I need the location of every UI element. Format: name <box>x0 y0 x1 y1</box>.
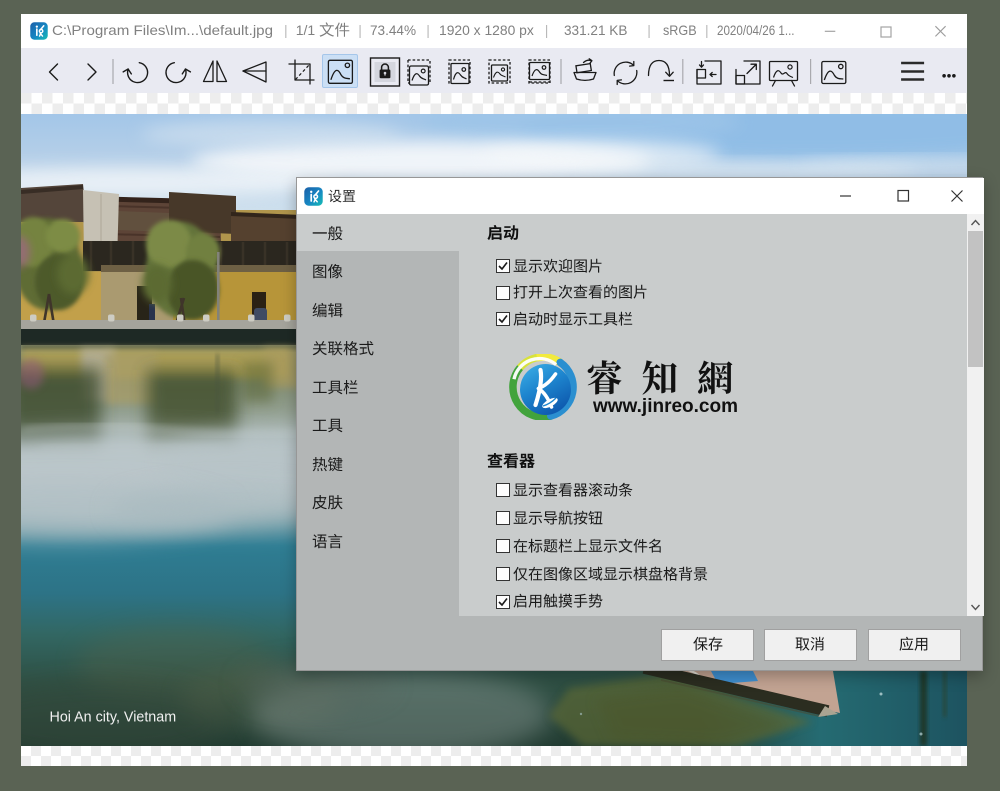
svg-text:Hoi An city, Vietnam: Hoi An city, Vietnam <box>50 710 177 726</box>
